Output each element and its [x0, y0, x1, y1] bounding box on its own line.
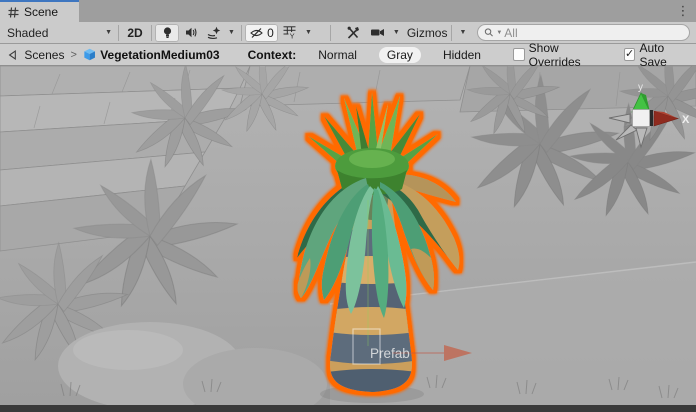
context-option-normal[interactable]: Normal — [310, 47, 365, 63]
scene-grid-icon — [8, 7, 19, 18]
auto-save-control[interactable]: ✓ Auto Save — [624, 41, 688, 69]
scene-render: Prefab y X — [0, 66, 696, 405]
show-overrides-label: Show Overrides — [529, 41, 604, 69]
back-arrow-icon[interactable] — [6, 48, 18, 62]
axis-y-label: y — [638, 82, 643, 93]
context-option-gray[interactable]: Gray — [379, 47, 421, 63]
camera-icon — [370, 27, 385, 38]
draw-mode-label: Shaded — [7, 26, 48, 40]
toolbar-separator — [451, 25, 452, 41]
axis-x-label: X — [682, 114, 690, 126]
prefab-cube-icon — [83, 47, 96, 62]
search-icon — [484, 27, 494, 38]
scene-effects-icon — [207, 26, 221, 40]
toggle-2d-button[interactable]: 2D — [122, 24, 148, 42]
scene-visibility-button[interactable]: 0 — [245, 24, 278, 42]
lighting-toggle-button[interactable] — [155, 24, 179, 42]
tab-strip: Scene ⋮ — [0, 0, 696, 22]
breadcrumb-current-prefab[interactable]: VegetationMedium03 — [100, 48, 219, 62]
draw-mode-dropdown[interactable]: Shaded ▼ — [3, 24, 115, 42]
chevron-down-icon: ▼ — [102, 29, 115, 36]
component-tools-button[interactable] — [340, 24, 366, 42]
prefab-label: Prefab — [370, 346, 410, 361]
scene-viewport[interactable]: Prefab y X — [0, 66, 696, 405]
show-overrides-checkbox[interactable] — [513, 48, 525, 61]
speaker-icon — [184, 26, 198, 39]
svg-text:Y: Y — [290, 32, 295, 39]
grid-visibility-button[interactable]: Y — [278, 24, 302, 42]
search-filter-caret: ▼ — [496, 30, 502, 36]
tab-scene[interactable]: Scene — [0, 0, 79, 22]
tab-scene-label: Scene — [24, 5, 58, 19]
eye-slash-icon — [249, 27, 264, 39]
gizmos-dropdown[interactable]: Gizmos ▼ — [407, 25, 470, 41]
lightbulb-icon — [161, 26, 174, 40]
audio-toggle-button[interactable] — [179, 24, 203, 42]
breadcrumb-scenes[interactable]: Scenes — [24, 48, 64, 62]
camera-dropdown-caret[interactable]: ▼ — [390, 29, 403, 36]
effects-toggle-button[interactable] — [203, 24, 225, 42]
show-overrides-control[interactable]: Show Overrides — [513, 41, 604, 69]
gizmos-label: Gizmos — [407, 26, 448, 40]
effects-dropdown-caret[interactable]: ▼ — [225, 29, 238, 36]
customize-tools-icon — [346, 26, 360, 40]
camera-settings-button[interactable] — [366, 24, 390, 42]
auto-save-label: Auto Save — [639, 41, 688, 69]
visibility-count: 0 — [267, 26, 274, 40]
gizmo-cube-edge — [650, 110, 653, 126]
grid-icon: Y — [283, 26, 296, 39]
grid-dropdown-caret[interactable]: ▼ — [302, 29, 315, 36]
window-bottom-edge — [0, 405, 696, 412]
context-label: Context: — [248, 48, 297, 62]
prefab-context-bar: Scenes > VegetationMedium03 Context: Nor… — [0, 44, 696, 66]
scene-search-field[interactable]: ▼ — [477, 24, 690, 41]
gizmo-center-cube[interactable] — [633, 110, 650, 127]
toolbar-separator — [241, 25, 242, 41]
toolbar-separator — [151, 25, 152, 41]
kebab-menu-icon[interactable]: ⋮ — [676, 1, 690, 21]
toolbar-separator — [118, 25, 119, 41]
toolbar-separator — [330, 25, 331, 41]
context-option-hidden[interactable]: Hidden — [435, 47, 489, 63]
search-input[interactable] — [504, 26, 683, 40]
toggle-2d-label: 2D — [127, 26, 142, 40]
breadcrumb-separator: > — [70, 49, 76, 61]
auto-save-checkbox[interactable]: ✓ — [624, 48, 636, 61]
gizmos-dropdown-caret: ▼ — [456, 29, 469, 36]
